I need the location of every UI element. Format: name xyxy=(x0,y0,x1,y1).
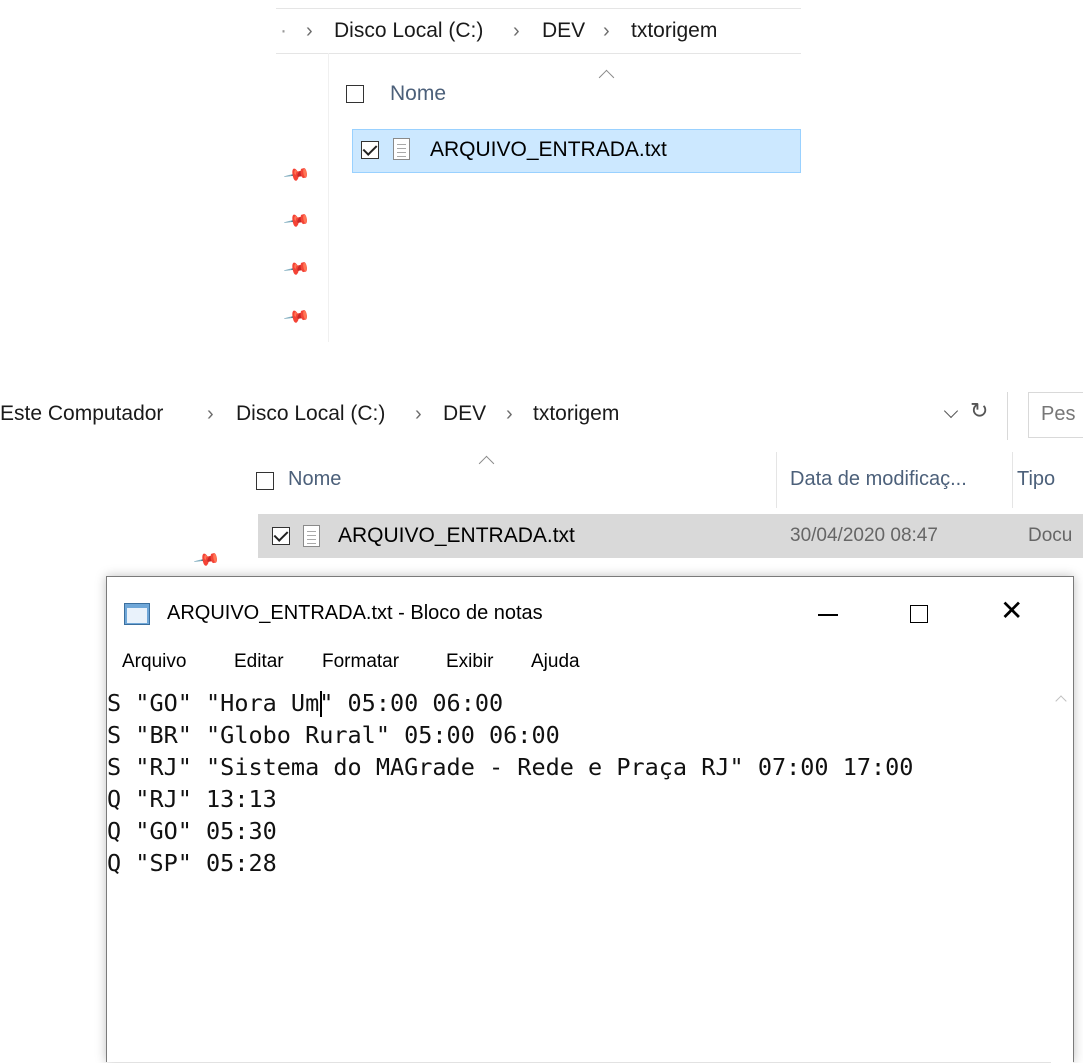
breadcrumb-overflow: · xyxy=(280,19,287,42)
breadcrumb-separator: › xyxy=(603,20,610,42)
refresh-icon[interactable]: ↻ xyxy=(970,398,988,424)
column-header-name[interactable]: Nome xyxy=(390,82,446,106)
breadcrumb-item-este-computador[interactable]: Este Computador xyxy=(0,392,163,436)
pin-icon[interactable]: 📌 xyxy=(282,161,311,189)
file-row[interactable]: ARQUIVO_ENTRADA.txt 30/04/2020 08:47 Doc… xyxy=(258,514,1083,558)
menu-arquivo[interactable]: Arquivo xyxy=(122,651,186,673)
text-line: S "BR" "Globo Rural" 05:00 06:00 xyxy=(107,721,560,749)
title-bar[interactable]: ARQUIVO_ENTRADA.txt - Bloco de notas ✕ xyxy=(107,577,1073,649)
menu-formatar[interactable]: Formatar xyxy=(322,651,399,673)
file-checkbox[interactable] xyxy=(361,141,379,159)
maximize-button[interactable] xyxy=(910,605,928,623)
notepad-icon xyxy=(124,603,150,625)
select-all-checkbox[interactable] xyxy=(256,472,274,490)
breadcrumb-item-txtorigem[interactable]: txtorigem xyxy=(533,392,619,436)
breadcrumb-separator: › xyxy=(506,403,513,425)
explorer-window-top: · › Disco Local (C:) › DEV › txtorigem 📌… xyxy=(276,0,801,342)
file-name: ARQUIVO_ENTRADA.txt xyxy=(338,524,575,547)
divider xyxy=(1007,392,1008,440)
address-bar[interactable]: · › Disco Local (C:) › DEV › txtorigem xyxy=(276,8,801,54)
text-editor[interactable]: S "GO" "Hora Um" 05:00 06:00 S "BR" "Glo… xyxy=(107,683,1051,1063)
column-header-name[interactable]: Nome xyxy=(288,468,341,491)
breadcrumb-separator: › xyxy=(415,403,422,425)
file-checkbox[interactable] xyxy=(272,527,290,545)
text-line: Q "SP" 05:28 xyxy=(107,849,277,877)
pin-icon[interactable]: 📌 xyxy=(282,303,311,331)
pin-icon[interactable]: 📌 xyxy=(282,255,311,283)
menu-editar[interactable]: Editar xyxy=(234,651,284,673)
breadcrumb-separator: › xyxy=(513,20,520,42)
minimize-button[interactable] xyxy=(818,614,838,616)
file-name: ARQUIVO_ENTRADA.txt xyxy=(430,138,667,161)
breadcrumb-separator: › xyxy=(207,403,214,425)
breadcrumb-item-disco-local[interactable]: Disco Local (C:) xyxy=(236,392,385,436)
breadcrumb-item-dev[interactable]: DEV xyxy=(542,9,585,53)
column-header-type[interactable]: Tipo xyxy=(1017,468,1055,491)
breadcrumb-item-txtorigem[interactable]: txtorigem xyxy=(631,9,717,53)
column-divider xyxy=(776,452,777,508)
text-line: Q "GO" 05:30 xyxy=(107,817,277,845)
file-date: 30/04/2020 08:47 xyxy=(790,525,938,546)
menu-ajuda[interactable]: Ajuda xyxy=(531,651,580,673)
breadcrumb-separator: › xyxy=(306,20,313,42)
explorer-window: Este Computador › Disco Local (C:) › DEV… xyxy=(0,392,1083,574)
menu-bar: Arquivo Editar Formatar Exibir Ajuda xyxy=(107,649,1073,679)
chevron-down-icon[interactable] xyxy=(943,403,959,419)
sort-ascending-icon xyxy=(478,455,495,472)
text-file-icon xyxy=(303,525,320,547)
menu-exibir[interactable]: Exibir xyxy=(446,651,494,673)
close-button[interactable]: ✕ xyxy=(1000,594,1023,628)
text-caret xyxy=(320,691,322,717)
file-type: Docu xyxy=(1028,525,1073,546)
text-line: Q "RJ" 13:13 xyxy=(107,785,277,813)
file-row[interactable]: ARQUIVO_ENTRADA.txt xyxy=(352,129,801,173)
nav-pane: 📌 📌 📌 📌 xyxy=(276,53,329,342)
search-box[interactable]: Pes xyxy=(1028,392,1083,438)
select-all-checkbox[interactable] xyxy=(346,85,364,103)
text-line: S "GO" "Hora Um" 05:00 06:00 xyxy=(107,689,504,717)
column-divider xyxy=(1012,452,1013,508)
breadcrumb-item-dev[interactable]: DEV xyxy=(443,392,486,436)
scroll-up-icon[interactable] xyxy=(1055,695,1067,707)
notepad-window: ARQUIVO_ENTRADA.txt - Bloco de notas ✕ A… xyxy=(106,576,1074,1063)
column-header-date[interactable]: Data de modificaç... xyxy=(790,468,967,491)
text-line: S "RJ" "Sistema do MAGrade - Rede e Praç… xyxy=(107,753,914,781)
sort-ascending-icon xyxy=(598,69,615,86)
address-bar[interactable]: Este Computador › Disco Local (C:) › DEV… xyxy=(0,392,1083,442)
pin-icon[interactable]: 📌 xyxy=(192,546,221,574)
breadcrumb-item-disco-local[interactable]: Disco Local (C:) xyxy=(334,9,483,53)
text-file-icon xyxy=(393,138,410,160)
pin-icon[interactable]: 📌 xyxy=(282,207,311,235)
vertical-scrollbar[interactable] xyxy=(1051,683,1073,1063)
window-title: ARQUIVO_ENTRADA.txt - Bloco de notas xyxy=(167,602,543,624)
search-input[interactable]: Pes xyxy=(1041,403,1075,426)
